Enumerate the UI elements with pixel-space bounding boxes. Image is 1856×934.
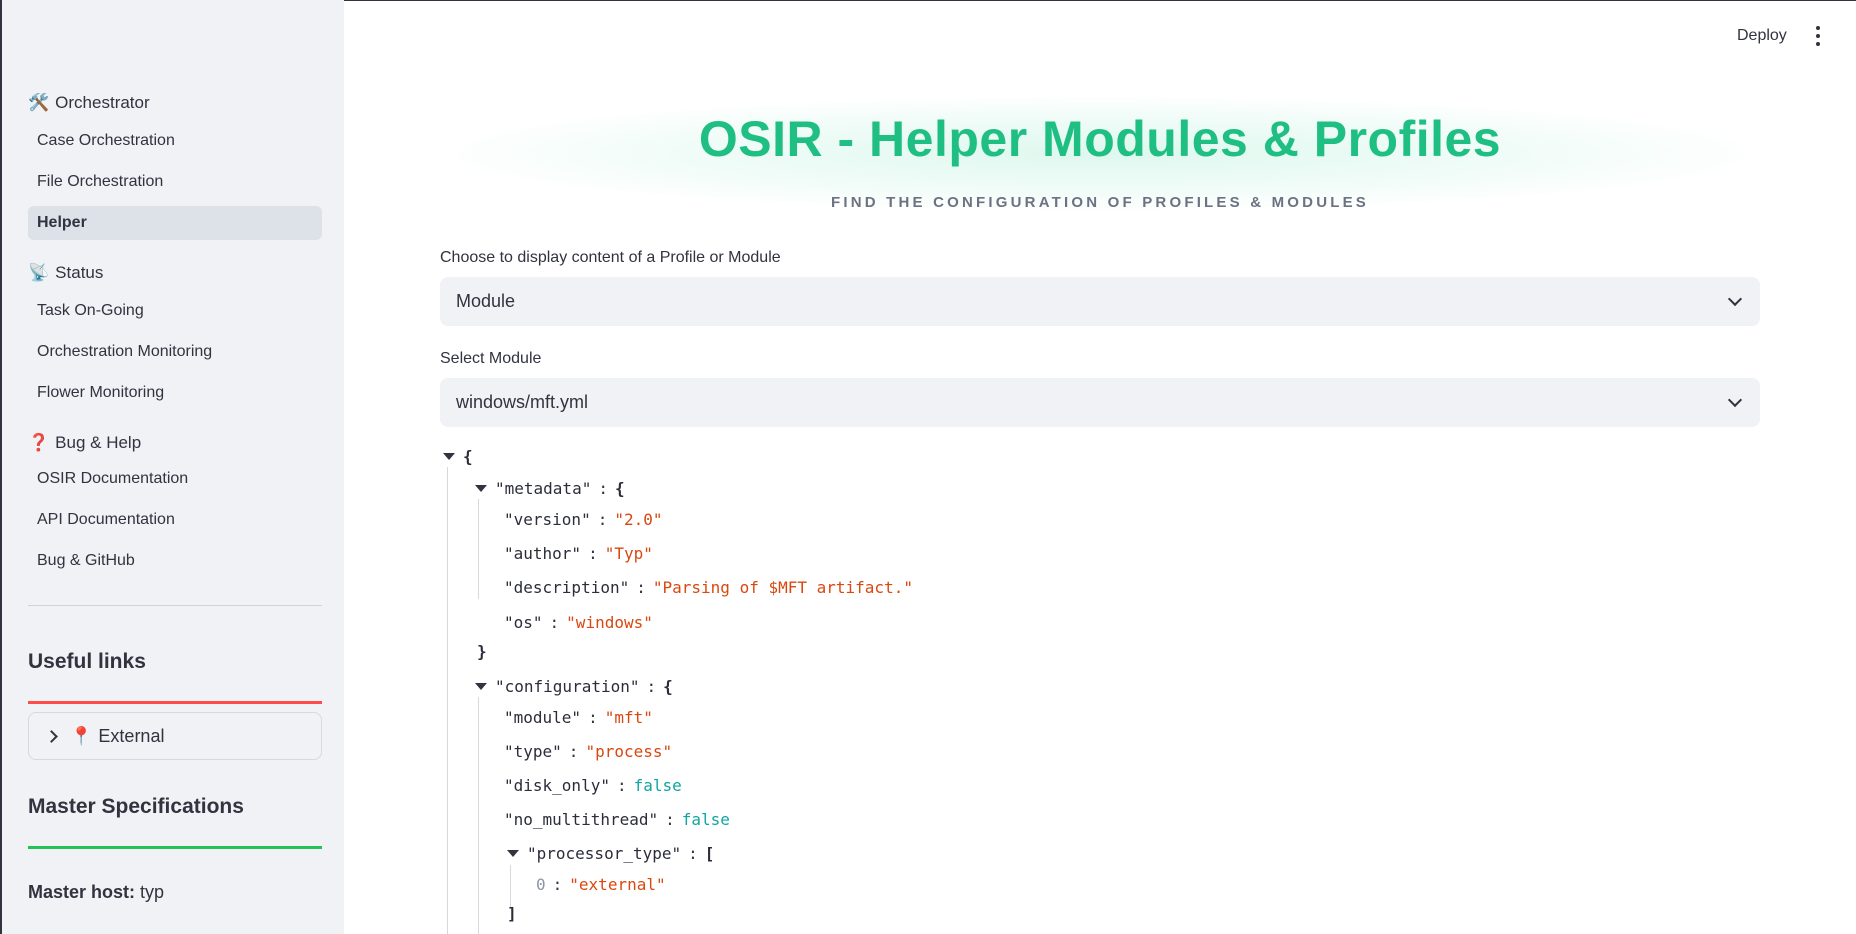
module-select-value: windows/mft.yml: [456, 392, 589, 412]
section-orchestrator: 🛠️ Orchestrator: [28, 93, 150, 113]
section-label: Status: [55, 263, 104, 282]
tools-icon: 🛠️: [28, 93, 50, 112]
chevron-right-icon: [45, 729, 58, 743]
sidebar-item-bug-github[interactable]: Bug & GitHub: [28, 544, 322, 578]
section-status: 📡 Status: [28, 263, 103, 283]
section-label: Bug & Help: [55, 433, 142, 452]
indent-guide: [510, 865, 511, 909]
sidebar-item-flower-monitoring[interactable]: Flower Monitoring: [28, 376, 322, 410]
expander-label: External: [98, 725, 165, 746]
collapse-triangle-icon[interactable]: [507, 850, 519, 857]
sidebar-item-api-documentation[interactable]: API Documentation: [28, 503, 322, 537]
json-row-os: "os": "windows": [504, 613, 653, 632]
type-select[interactable]: Module: [440, 277, 1760, 326]
chevron-down-icon: [1727, 392, 1743, 408]
external-links-expander[interactable]: 📍 External: [28, 712, 322, 760]
pin-icon: 📍: [70, 725, 93, 746]
json-row-module: "module": "mft": [504, 708, 653, 727]
json-row-type: "type": "process": [504, 742, 673, 761]
module-select-label: Select Module: [440, 350, 542, 367]
json-row-no-multithread: "no_multithread": false: [504, 810, 730, 829]
type-select-label: Choose to display content of a Profile o…: [440, 249, 781, 266]
master-host-value: typ: [140, 882, 165, 902]
section-bug-help: ❓ Bug & Help: [28, 433, 141, 453]
json-processor-type-close: ]: [507, 904, 517, 923]
json-row-version: "version": "2.0": [504, 510, 663, 529]
json-row-disk-only: "disk_only": false: [504, 776, 682, 795]
json-configuration-node[interactable]: "configuration" : {: [475, 677, 673, 696]
more-options-icon[interactable]: [1814, 26, 1822, 46]
sidebar-item-orchestration-monitoring[interactable]: Orchestration Monitoring: [28, 335, 322, 369]
json-row-author: "author": "Typ": [504, 544, 653, 563]
sidebar-item-osir-documentation[interactable]: OSIR Documentation: [28, 462, 322, 496]
collapse-triangle-icon[interactable]: [443, 453, 455, 460]
json-row-description: "description": "Parsing of $MFT artifact.…: [504, 578, 913, 597]
type-select-value: Module: [456, 291, 516, 311]
green-divider-bar: [28, 846, 322, 849]
useful-links-heading: Useful links: [28, 650, 146, 673]
json-metadata-close: }: [477, 642, 487, 661]
question-mark-icon: ❓: [28, 433, 50, 452]
sidebar-item-case-orchestration[interactable]: Case Orchestration: [28, 124, 322, 158]
red-divider-bar: [28, 701, 322, 704]
section-label: Orchestrator: [55, 93, 150, 112]
master-specifications-heading: Master Specifications: [28, 795, 244, 818]
deploy-button[interactable]: Deploy: [1737, 27, 1787, 45]
collapse-triangle-icon[interactable]: [475, 485, 487, 492]
master-host: Master host: typ: [28, 882, 164, 903]
indent-guide: [478, 697, 479, 934]
module-select[interactable]: windows/mft.yml: [440, 378, 1760, 427]
sidebar-item-file-orchestration[interactable]: File Orchestration: [28, 165, 322, 199]
master-host-label: Master host:: [28, 882, 136, 902]
sidebar: 🛠️ Orchestrator Case Orchestration File …: [0, 0, 344, 934]
indent-guide: [478, 499, 479, 599]
json-viewer: { "metadata" : { "version": "2.0" "author…: [440, 445, 1760, 934]
json-row-processor-type-0: 0: "external": [536, 875, 666, 894]
sidebar-item-helper[interactable]: Helper: [28, 206, 322, 240]
json-processor-type-node[interactable]: "processor_type" : [: [507, 844, 714, 863]
indent-guide: [447, 467, 448, 934]
json-metadata-node[interactable]: "metadata" : {: [475, 479, 625, 498]
collapse-triangle-icon[interactable]: [475, 683, 487, 690]
sidebar-divider: [28, 605, 322, 606]
satellite-antenna-icon: 📡: [28, 263, 50, 282]
page-subtitle: FIND THE CONFIGURATION OF PROFILES & MOD…: [830, 194, 1369, 211]
json-root[interactable]: {: [443, 447, 473, 466]
chevron-down-icon: [1727, 291, 1743, 307]
page-title: OSIR - Helper Modules & Profiles: [698, 111, 1502, 167]
sidebar-item-task-on-going[interactable]: Task On-Going: [28, 294, 322, 328]
